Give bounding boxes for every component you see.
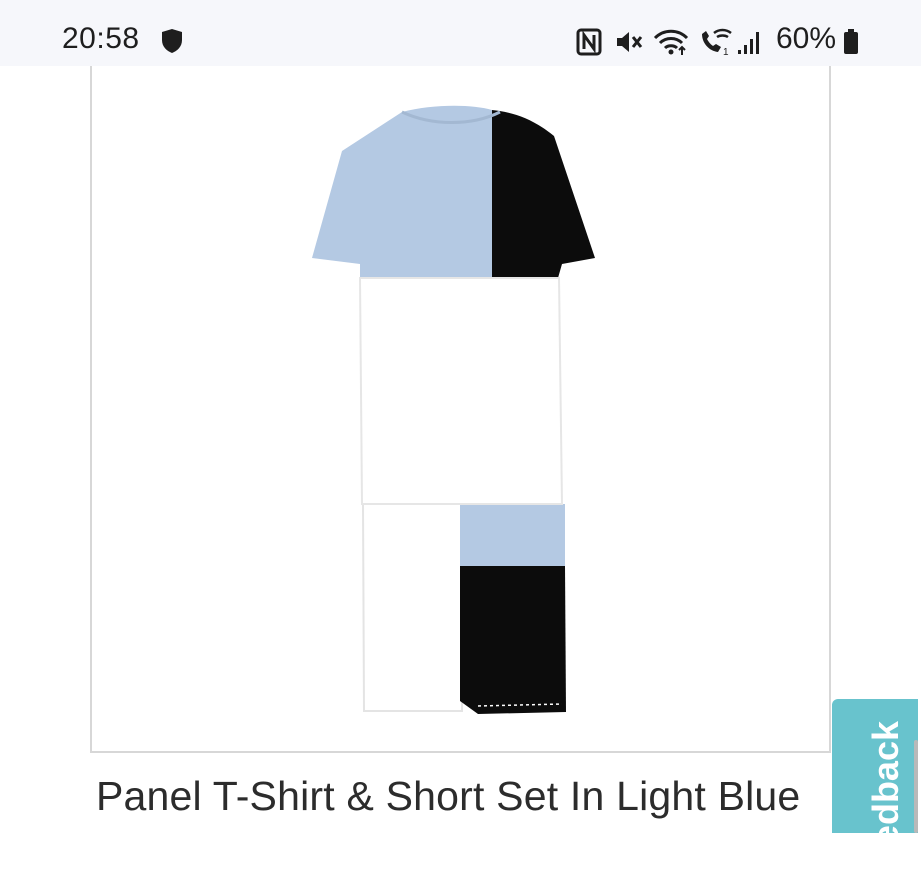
product-title: Panel T-Shirt & Short Set In Light Blue <box>96 773 801 819</box>
shorts-right-top-panel <box>460 504 565 566</box>
signal-icon <box>738 32 759 54</box>
wifi-calling-icon: 1 <box>702 28 732 58</box>
product-image-frame[interactable] <box>90 66 831 753</box>
svg-text:1: 1 <box>723 47 729 58</box>
feedback-label: Feedback <box>865 721 906 887</box>
feedback-button[interactable]: Feedback <box>832 699 918 887</box>
scrollbar[interactable] <box>914 740 918 833</box>
status-bar: 20:58 1 60% <box>0 0 921 66</box>
mute-icon <box>617 32 643 52</box>
battery-icon <box>844 29 858 54</box>
shield-icon <box>162 29 182 53</box>
status-time: 20:58 <box>62 22 140 55</box>
wifi-icon <box>653 29 689 55</box>
shorts-left-leg <box>361 503 466 712</box>
battery-percentage: 60% <box>776 22 837 55</box>
tshirt-light-blue-panel <box>312 105 492 279</box>
tshirt-black-panel <box>492 110 595 278</box>
shorts-right-bottom-panel <box>460 566 566 714</box>
nfc-icon <box>576 28 602 56</box>
tshirt-white-panel <box>358 277 564 505</box>
product-image[interactable] <box>272 96 652 746</box>
